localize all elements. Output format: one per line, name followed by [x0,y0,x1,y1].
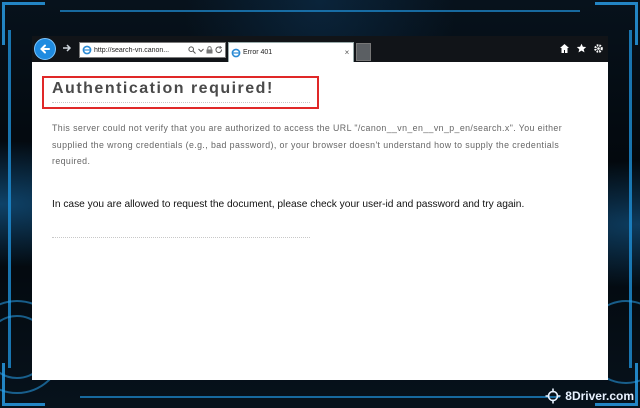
refresh-icon[interactable] [215,46,223,54]
search-icon[interactable] [188,46,196,54]
tab-title: Error 401 [243,49,273,56]
back-arrow-icon [39,43,51,55]
instruction-text: In case you are allowed to request the d… [52,199,525,210]
address-tools [188,46,225,54]
back-button[interactable] [34,38,56,60]
address-bar[interactable]: http://search-vn.canon... [79,42,226,58]
home-icon[interactable] [558,41,570,55]
star-icon[interactable] [575,41,587,55]
browser-toolbar: http://search-vn.canon... Error 401 × [32,36,608,62]
ie-logo-icon [231,48,241,58]
error-message: This server could not verify that you ar… [52,123,563,166]
dropdown-icon[interactable] [198,47,204,53]
page-content: Authentication required! This server cou… [32,62,608,380]
divider [52,237,310,238]
watermark-text: 8Driver.com [565,389,634,403]
tab-error-401[interactable]: Error 401 × [228,42,354,62]
browser-command-icons [558,41,604,55]
forward-button[interactable] [61,41,73,55]
browser-window: http://search-vn.canon... Error 401 × Au… [32,36,608,380]
lock-icon[interactable] [206,46,213,54]
watermark: 8Driver.com [545,388,634,404]
address-url[interactable]: http://search-vn.canon... [94,47,188,54]
gear-icon[interactable] [592,41,604,55]
crosshair-icon [545,388,561,404]
divider [52,102,310,103]
close-icon[interactable]: × [341,48,353,57]
forward-arrow-icon [62,43,72,53]
new-tab-button[interactable] [356,43,371,61]
frame-decoration-bottom [80,396,560,398]
ie-logo-icon [82,45,92,55]
frame-decoration-top [60,10,580,12]
page-title: Authentication required! [52,80,274,97]
